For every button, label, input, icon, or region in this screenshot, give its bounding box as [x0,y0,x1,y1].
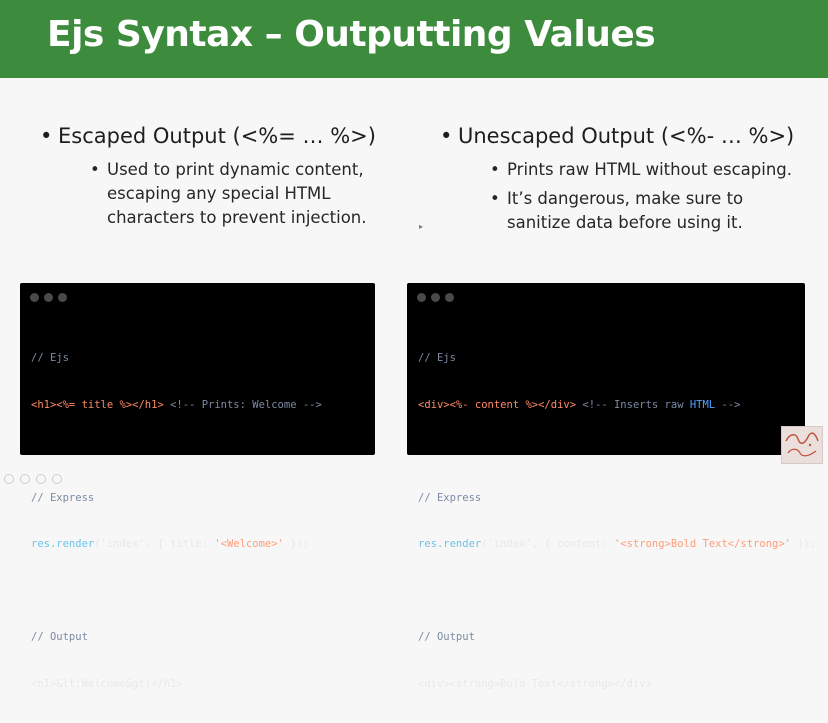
code-token: '<Welcome>' [214,538,284,550]
code-comment: // Output [31,631,88,643]
unescaped-output-description: Prints raw HTML without escaping. [490,158,807,182]
code-comment: // Ejs [418,352,456,364]
code-token: }); [283,538,310,550]
code-line: <h1>&lt;Welcome&gt;</h1> [31,677,183,690]
title-banner: Ejs Syntax – Outputting Values [0,0,828,78]
window-dot-icon [44,293,53,302]
code-comment: // Ejs [31,352,69,364]
unescaped-output-section: Unescaped Output (<%- … %>) Prints raw H… [440,122,820,235]
code-blank [31,444,322,460]
window-dot-icon [431,293,440,302]
code-token: --> [715,398,741,411]
code-comment: // Express [31,491,95,504]
escaped-output-section: Escaped Output (<%= … %>) Used to print … [40,122,390,230]
code-line: <div><strong>Bold Text</strong></div> [418,677,652,690]
window-dots [417,293,454,302]
code-line: res.render('index', { content: '<strong>… [418,537,816,553]
code-token: res.render [31,538,95,550]
code-line: <h1><%= title %></h1> <!-- Prints: Welco… [31,398,322,414]
code-token: <h1><%= title %></h1> [31,398,164,411]
escaped-output-description: Used to print dynamic content, escaping … [90,158,377,230]
window-dot-icon [417,293,426,302]
code-line: res.render('index', { title: '<Welcome>'… [31,537,322,553]
code-blank [31,584,322,600]
code-comment: // Express [418,491,482,504]
code-token: HTML [689,398,716,411]
code-text: // Ejs <h1><%= title %></h1> <!-- Prints… [31,320,322,723]
code-token: <div><%- content %></div> [418,398,577,411]
window-dots [30,293,67,302]
watermark-logo [781,426,823,464]
slide-title: Ejs Syntax – Outputting Values [47,14,656,55]
window-dot-icon [445,293,454,302]
code-token: <!-- Inserts raw [576,398,690,411]
unescaped-output-warning: It’s dangerous, make sure to sanitize da… [490,187,767,235]
code-block-escaped: // Ejs <h1><%= title %></h1> <!-- Prints… [20,283,375,690]
code-token: ('index', { title: [94,538,215,550]
code-token: ('index', { content: [481,538,614,550]
unescaped-output-heading: Unescaped Output (<%- … %>) [440,122,820,150]
signature-icon [785,432,819,457]
escaped-output-heading: Escaped Output (<%= … %>) [40,122,390,150]
code-text: // Ejs <div><%- content %></div> <!-- In… [418,320,816,723]
window-dot-icon [30,293,39,302]
code-comment: // Output [418,631,475,643]
code-block-unescaped: // Ejs <div><%- content %></div> <!-- In… [407,283,816,690]
code-token: '<strong>Bold Text</strong>' [613,538,791,550]
window-dot-icon [58,293,67,302]
code-line: <div><%- content %></div> <!-- Inserts r… [418,398,816,414]
code-token: res.render [418,538,482,550]
code-token: <!-- Prints: Welcome --> [163,398,322,411]
code-blank [418,444,816,460]
mouse-cursor-icon: ▸ [419,222,424,231]
code-blank [418,584,816,600]
code-token: }); [791,538,817,550]
